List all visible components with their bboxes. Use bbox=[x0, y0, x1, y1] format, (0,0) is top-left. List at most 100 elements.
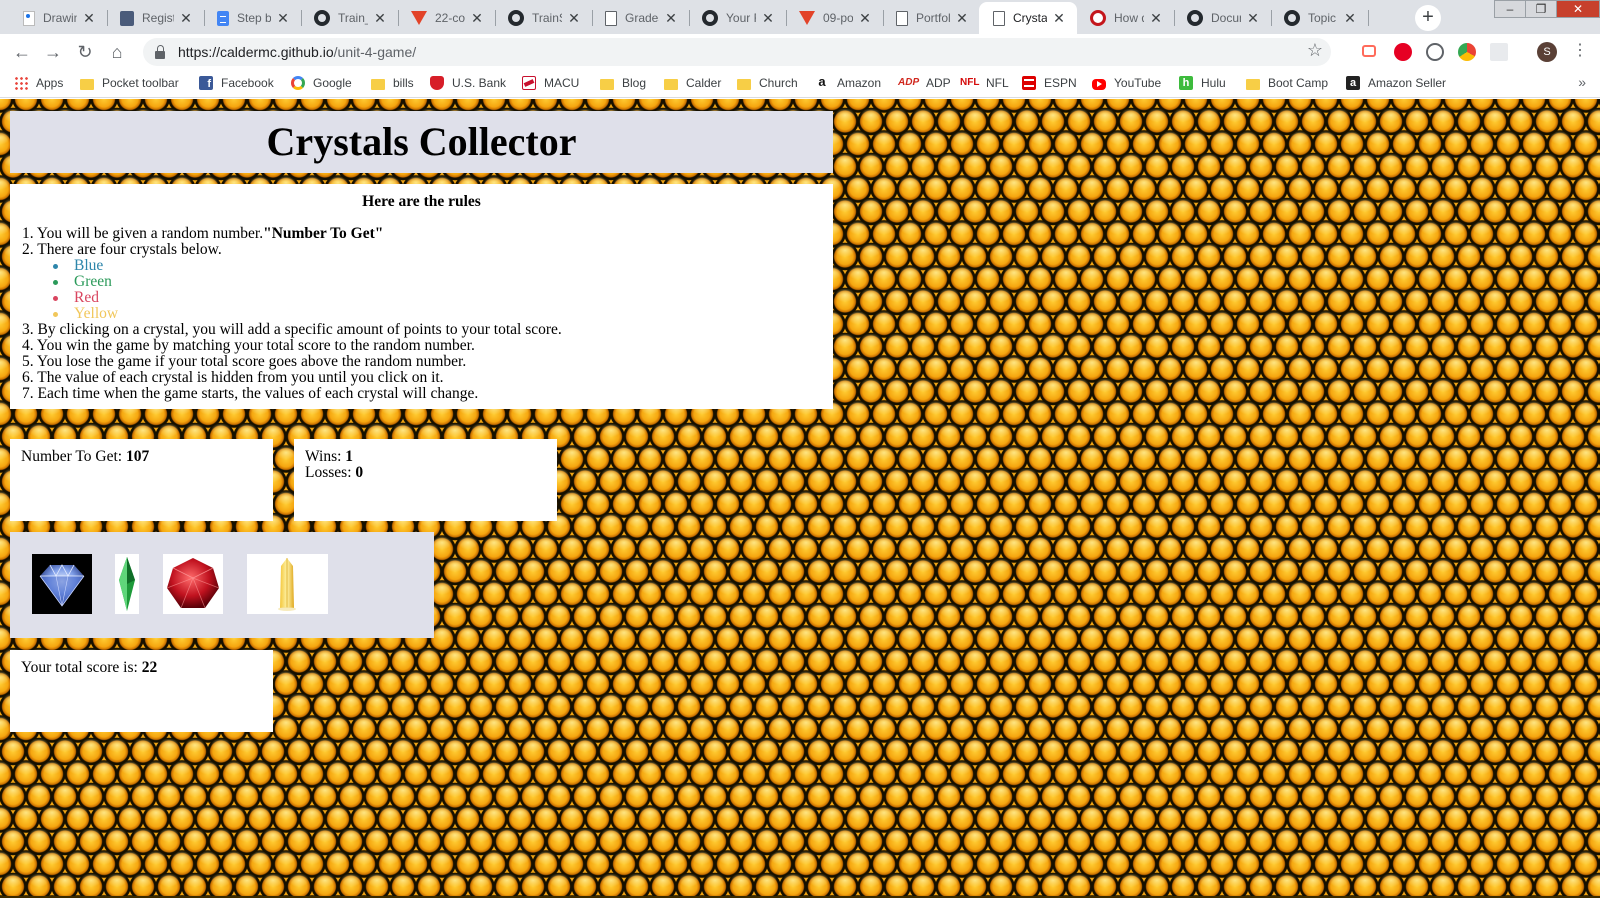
bookmark-item[interactable]: YouTube bbox=[1092, 76, 1161, 90]
crystal-color-yellow: Yellow bbox=[48, 306, 821, 322]
tab-close-icon[interactable]: ✕ bbox=[1148, 10, 1164, 27]
tab-strip: Drawin✕Registr✕Step b✕Train_S✕22-con✕Tra… bbox=[0, 0, 1600, 34]
green-crystal-icon bbox=[119, 557, 135, 611]
page-title: Crystals Collector bbox=[266, 119, 577, 164]
home-icon[interactable]: ⌂ bbox=[105, 40, 129, 64]
bookmark-item[interactable]: Pocket toolbar bbox=[80, 76, 179, 90]
bookmark-label: bills bbox=[393, 76, 414, 90]
browser-tab[interactable]: 09-por ✕ bbox=[785, 2, 884, 34]
tab-close-icon[interactable]: ✕ bbox=[954, 10, 970, 27]
amazon-icon: a bbox=[815, 75, 829, 90]
win-loss-panel: Wins: 1 Losses: 0 bbox=[294, 439, 557, 521]
browser-tab[interactable]: Crystal ✕ bbox=[979, 2, 1077, 34]
tab-close-icon[interactable]: ✕ bbox=[1051, 10, 1067, 27]
bookmark-item[interactable]: U.S. Bank bbox=[430, 76, 506, 90]
browser-tab[interactable]: Your R ✕ bbox=[688, 2, 787, 34]
folder-icon bbox=[737, 78, 751, 90]
tab-label: 22-con bbox=[435, 11, 465, 25]
espn-icon bbox=[1022, 76, 1036, 90]
bookmark-item[interactable]: Google bbox=[291, 76, 352, 90]
bookmark-item[interactable]: Calder bbox=[664, 76, 721, 90]
blank-extension-icon[interactable] bbox=[1490, 43, 1508, 61]
number-to-get-value: 107 bbox=[125, 448, 150, 465]
tab-label: Docum bbox=[1211, 11, 1241, 25]
docs-icon bbox=[217, 10, 229, 26]
back-arrow-icon[interactable]: ← bbox=[10, 40, 34, 64]
extension-icon[interactable] bbox=[1426, 43, 1444, 61]
forward-arrow-icon[interactable]: → bbox=[41, 40, 65, 64]
bookmark-label: NFL bbox=[986, 76, 1009, 90]
tab-close-icon[interactable]: ✕ bbox=[178, 10, 194, 27]
tab-label: Grades bbox=[625, 11, 659, 25]
crystal-color-blue: Blue bbox=[48, 258, 821, 274]
browser-tab[interactable]: 22-con ✕ bbox=[397, 2, 496, 34]
bookmark-item[interactable]: a Amazon Seller bbox=[1346, 76, 1446, 90]
minimize-button[interactable]: – bbox=[1494, 0, 1526, 18]
bookmark-label: Amazon bbox=[837, 76, 882, 90]
folder-icon bbox=[600, 78, 614, 90]
tab-close-icon[interactable]: ✕ bbox=[1245, 10, 1261, 27]
more-bookmarks-icon[interactable]: » bbox=[1578, 74, 1586, 90]
pocket-extension-icon[interactable] bbox=[1362, 45, 1376, 57]
browser-tab[interactable]: Step b ✕ bbox=[203, 2, 302, 34]
tab-close-icon[interactable]: ✕ bbox=[81, 10, 97, 27]
restore-button[interactable]: ❐ bbox=[1525, 0, 1557, 18]
bookmark-item[interactable]: NFL NFL bbox=[960, 76, 1009, 90]
tab-close-icon[interactable]: ✕ bbox=[372, 10, 388, 27]
pinterest-extension-icon[interactable] bbox=[1394, 43, 1412, 61]
browser-tab[interactable]: TrainSc ✕ bbox=[494, 2, 593, 34]
tab-close-icon[interactable]: ✕ bbox=[566, 10, 582, 27]
browser-tab[interactable]: Train_S ✕ bbox=[300, 2, 399, 34]
tab-close-icon[interactable]: ✕ bbox=[1342, 10, 1358, 27]
bookmark-item[interactable]: Blog bbox=[600, 76, 646, 90]
profile-avatar[interactable]: S bbox=[1537, 42, 1557, 62]
red-crystal[interactable] bbox=[163, 554, 223, 614]
tab-label: Registr bbox=[142, 11, 174, 25]
rules-heading: Here are the rules bbox=[362, 193, 481, 210]
reload-icon[interactable]: ↻ bbox=[73, 40, 97, 64]
tab-label: Step b bbox=[237, 11, 271, 25]
bookmark-item[interactable]: h Hulu bbox=[1179, 76, 1226, 90]
close-window-button[interactable]: ✕ bbox=[1556, 0, 1600, 18]
bookmark-item[interactable]: ADP ADP bbox=[898, 76, 951, 90]
wins-label: Wins: bbox=[305, 448, 346, 465]
rule-7: 7. Each time when the game starts, the v… bbox=[22, 385, 479, 402]
bookmark-label: Hulu bbox=[1201, 76, 1226, 90]
bookmark-item[interactable]: f Facebook bbox=[199, 76, 274, 90]
tab-close-icon[interactable]: ✕ bbox=[275, 10, 291, 27]
tab-close-icon[interactable]: ✕ bbox=[663, 10, 679, 27]
bookmark-item[interactable]: Boot Camp bbox=[1246, 76, 1328, 90]
bookmark-item[interactable]: ESPN bbox=[1022, 76, 1077, 90]
yellow-crystal[interactable] bbox=[247, 554, 328, 614]
bookmark-item[interactable]: Apps bbox=[14, 76, 63, 90]
blue-crystal[interactable] bbox=[32, 554, 92, 614]
bookmark-item[interactable]: MACU bbox=[522, 76, 579, 90]
new-tab-button[interactable]: + bbox=[1415, 5, 1441, 31]
opera-icon bbox=[1090, 10, 1106, 26]
bookmark-item[interactable]: Church bbox=[737, 76, 798, 90]
bookmark-star-icon[interactable]: ☆ bbox=[1307, 40, 1323, 61]
menu-icon[interactable]: ⋮ bbox=[1572, 40, 1588, 60]
browser-tab[interactable]: How d ✕ bbox=[1076, 2, 1175, 34]
browser-tab[interactable]: Portfol ✕ bbox=[882, 2, 980, 34]
folder-icon bbox=[664, 78, 678, 90]
tab-close-icon[interactable]: ✕ bbox=[760, 10, 776, 27]
bookmark-item[interactable]: a Amazon bbox=[815, 75, 882, 90]
tab-label: How d bbox=[1114, 11, 1144, 25]
folder-icon bbox=[371, 78, 385, 90]
green-crystal[interactable] bbox=[115, 554, 139, 614]
github-icon bbox=[1284, 10, 1300, 26]
tab-close-icon[interactable]: ✕ bbox=[469, 10, 485, 27]
bookmark-label: YouTube bbox=[1114, 76, 1162, 90]
bookmark-item[interactable]: bills bbox=[371, 76, 414, 90]
chrome-extension-icon[interactable] bbox=[1458, 43, 1476, 61]
browser-tab[interactable]: Drawin ✕ bbox=[9, 2, 108, 34]
address-bar[interactable]: https://caldermc.github.io/unit-4-game/ … bbox=[143, 38, 1331, 66]
browser-tab[interactable]: Docum ✕ bbox=[1173, 2, 1272, 34]
window-controls: – ❐ ✕ bbox=[1494, 0, 1600, 18]
browser-tab[interactable]: Grades ✕ bbox=[591, 2, 690, 34]
browser-tab[interactable]: Topic ✕ bbox=[1270, 2, 1369, 34]
bookmark-label: ADP bbox=[926, 76, 951, 90]
tab-close-icon[interactable]: ✕ bbox=[857, 10, 873, 27]
browser-tab[interactable]: Registr ✕ bbox=[106, 2, 205, 34]
